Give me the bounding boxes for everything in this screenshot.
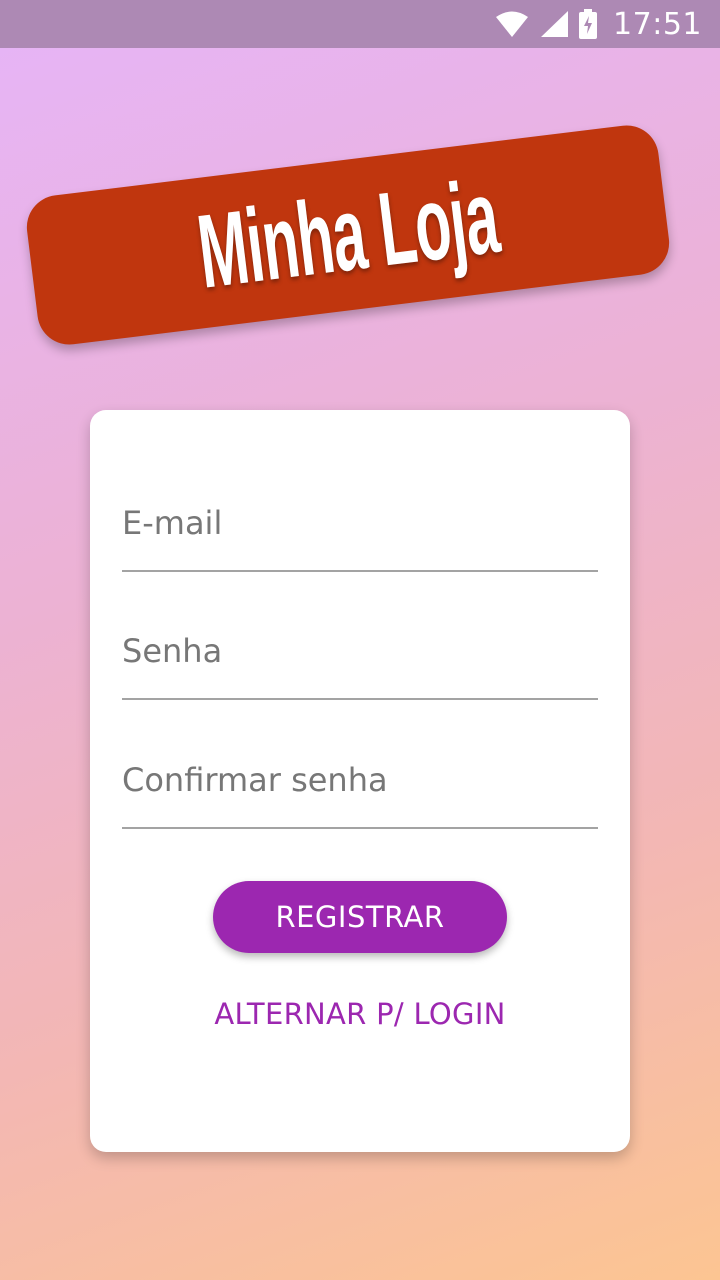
store-banner: Minha Loja — [23, 121, 673, 349]
status-bar: 17:51 — [0, 0, 720, 48]
email-field[interactable] — [122, 472, 598, 572]
status-icons: 17:51 — [495, 7, 702, 42]
status-time: 17:51 — [613, 6, 702, 42]
wifi-icon — [495, 10, 529, 38]
store-title: Minha Loja — [191, 159, 505, 311]
register-card: REGISTRAR ALTERNAR P/ LOGIN — [90, 410, 630, 1152]
password-field[interactable] — [122, 600, 598, 700]
confirm-password-input[interactable] — [122, 761, 598, 799]
battery-charging-icon — [579, 9, 598, 39]
register-button[interactable]: REGISTRAR — [213, 881, 507, 953]
confirm-password-field[interactable] — [122, 729, 598, 829]
signal-icon — [539, 10, 569, 38]
password-input[interactable] — [122, 632, 598, 670]
email-input[interactable] — [122, 504, 598, 542]
toggle-login-button[interactable]: ALTERNAR P/ LOGIN — [90, 990, 630, 1038]
